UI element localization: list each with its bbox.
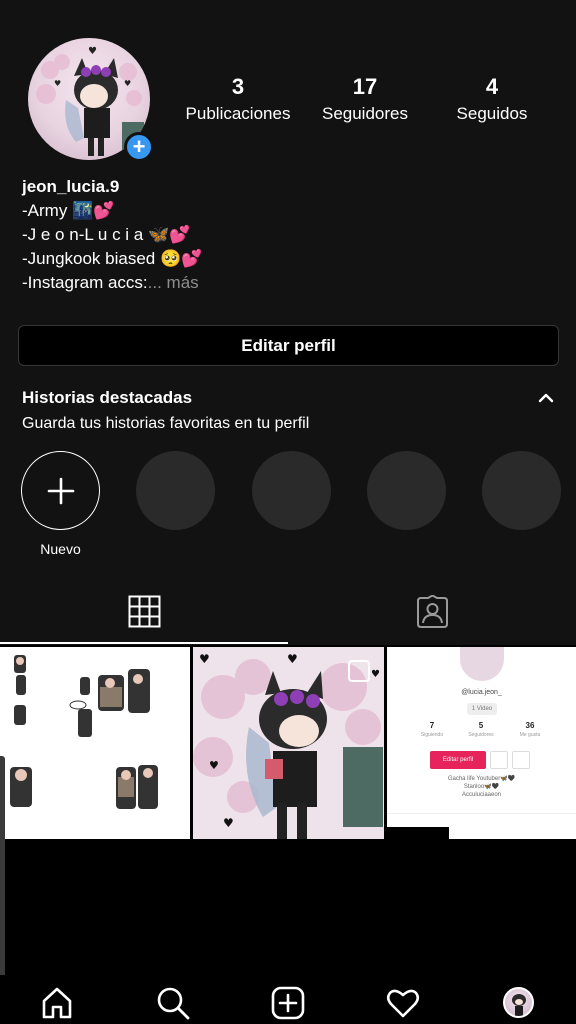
- youtube-icon: [490, 751, 508, 769]
- post-thumbnail[interactable]: [0, 647, 190, 839]
- posts-grid: ♥♥ ♥♥ ♥♥ @lucia.jeon_ 1 Video 7 Siguiend…: [0, 647, 576, 839]
- profile-avatar[interactable]: ♥ ♥ ♥ +: [28, 38, 154, 162]
- grid-icon[interactable]: [128, 595, 161, 628]
- mini-profile-dark-strip: [387, 827, 449, 839]
- followers-label: Seguidores: [321, 104, 408, 123]
- mini-profile-video-badge: 1 Video: [467, 703, 497, 715]
- mini-edit-profile: Editar perfil: [430, 751, 486, 769]
- add-story-badge[interactable]: +: [124, 132, 154, 162]
- posts-label: Publicaciones: [185, 104, 291, 123]
- svg-text:♥: ♥: [88, 46, 97, 57]
- mini-stat-following: 7 Siguiendo: [412, 721, 452, 738]
- svg-text:♥: ♥: [54, 79, 61, 88]
- new-highlight-label: Nuevo: [40, 541, 81, 557]
- heart-icon[interactable]: [385, 985, 421, 1021]
- highlight-placeholder: [252, 451, 331, 530]
- mini-bio-line: Acculuciaaeon: [461, 792, 502, 798]
- highlights-subtitle: Guarda tus historias favoritas en tu per…: [22, 415, 310, 432]
- stat-posts[interactable]: 3 Publicaciones: [175, 74, 301, 124]
- bio-line-4-text: -Instagram accs:: [22, 273, 148, 292]
- bio-line-3: -Jungkook biased 🥺💕: [22, 249, 203, 268]
- highlight-placeholder: [482, 451, 561, 530]
- mini-profile-avatar: [460, 647, 504, 681]
- followers-count: 17: [352, 74, 378, 99]
- highlights-title: Historias destacadas: [22, 388, 193, 407]
- mini-stat-label: Siguiendo: [420, 732, 444, 738]
- svg-text:♥: ♥: [199, 652, 210, 666]
- chevron-up-icon[interactable]: [536, 388, 556, 408]
- stat-following[interactable]: 4 Seguidos: [429, 74, 555, 124]
- profile-stats: 3 Publicaciones 17 Seguidores 4 Seguidos: [175, 74, 555, 124]
- active-tab-indicator: [0, 642, 288, 644]
- mini-profile-tabs: [387, 813, 576, 827]
- edit-profile-button[interactable]: Editar perfil: [18, 325, 559, 366]
- mini-profile-bio: Gacha life Youtuber🦋🖤 Stanloo🦋🖤 Acculuci…: [387, 775, 576, 799]
- more-link[interactable]: ... más: [148, 273, 199, 292]
- mini-stat-followers: 5 Seguidores: [461, 721, 501, 738]
- new-highlight-button[interactable]: [21, 451, 100, 530]
- highlight-placeholder: [367, 451, 446, 530]
- home-icon[interactable]: [39, 985, 75, 1021]
- profile-tabs: [0, 580, 576, 645]
- bio-line-4: -Instagram accs:... más: [22, 271, 202, 295]
- plus-icon: +: [132, 134, 146, 159]
- svg-text:♥: ♥: [287, 652, 298, 666]
- create-post-icon[interactable]: [270, 985, 306, 1021]
- stat-followers[interactable]: 17 Seguidores: [302, 74, 428, 124]
- profile-avatar-nav[interactable]: [503, 987, 534, 1018]
- svg-text:♥: ♥: [223, 816, 234, 830]
- mini-stat-value: 7: [429, 721, 435, 730]
- mini-profile-username: @lucia.jeon_: [461, 689, 502, 696]
- mini-stat-value: 5: [478, 721, 484, 730]
- bio-line-1: -Army 🌃💕: [22, 201, 115, 220]
- svg-text:♥: ♥: [124, 79, 131, 88]
- svg-text:♥: ♥: [371, 669, 380, 680]
- tagged-user-icon[interactable]: [415, 595, 450, 630]
- posts-count: 3: [231, 74, 245, 99]
- svg-text:♥: ♥: [209, 759, 219, 772]
- mini-stat-label: Me gusta: [519, 732, 541, 738]
- profile-bio: jeon_lucia.9 -Army 🌃💕 -J e o n-L u c i a…: [22, 175, 202, 295]
- post-thumbnail[interactable]: @lucia.jeon_ 1 Video 7 Siguiendo 5 Segui…: [387, 647, 576, 839]
- bookmark-icon: [512, 751, 530, 769]
- bio-line-2: -J e o n-L u c i a 🦋💕: [22, 225, 191, 244]
- profile-username: jeon_lucia.9: [22, 177, 120, 196]
- mini-bio-line: Stanloo🦋🖤: [463, 784, 500, 790]
- scroll-handle[interactable]: [0, 756, 5, 980]
- mini-stat-value: 36: [525, 721, 535, 730]
- highlight-placeholder: [136, 451, 215, 530]
- following-label: Seguidos: [456, 104, 528, 123]
- mini-stat-label: Seguidores: [468, 732, 494, 738]
- following-count: 4: [485, 74, 499, 99]
- search-icon[interactable]: [155, 985, 191, 1021]
- mini-stat-likes: 36 Me gusta: [510, 721, 550, 738]
- plus-icon: [47, 477, 74, 504]
- mini-bio-line: Gacha life Youtuber🦋🖤: [447, 776, 516, 782]
- post-thumbnail[interactable]: ♥♥ ♥♥ ♥♥: [193, 647, 384, 839]
